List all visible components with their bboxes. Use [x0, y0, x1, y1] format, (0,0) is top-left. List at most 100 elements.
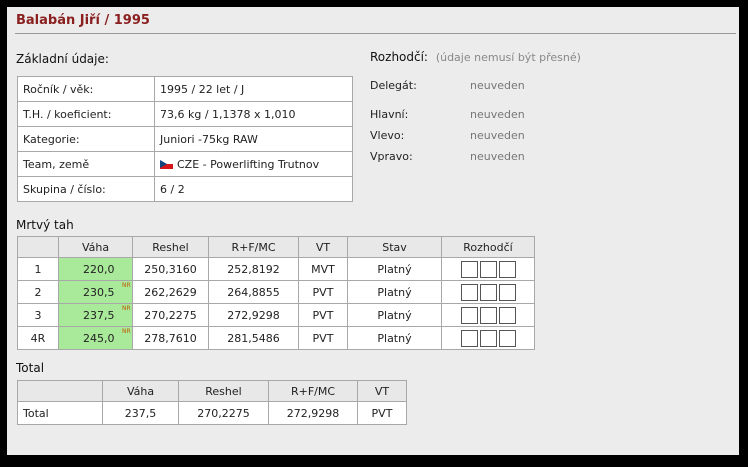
status-value: Platný: [347, 280, 442, 304]
basic-info-heading: Základní údaje:: [16, 52, 109, 66]
col-header: R+F/MC: [208, 236, 299, 258]
vt-value: PVT: [298, 280, 348, 304]
record-badge: NR: [122, 328, 131, 335]
total-reshel: 270,2275: [178, 401, 269, 425]
table-header-row: Váha Reshel R+F/MC VT: [17, 380, 407, 402]
info-row: Skupina / číslo: 6 / 2: [17, 176, 353, 202]
attempt-weight: 237,5 NR: [58, 303, 133, 327]
info-label: Kategorie:: [17, 126, 155, 152]
info-label: T.H. / koeficient:: [17, 101, 155, 127]
athlete-title: Balabán Jiří / 1995: [16, 13, 150, 28]
table-row: Total 237,5 270,2275 272,9298 PVT: [17, 401, 407, 425]
rfmc-value: 272,9298: [208, 303, 299, 327]
referee-decisions: [441, 257, 535, 281]
col-header: Váha: [58, 236, 133, 258]
record-badge: NR: [122, 282, 131, 289]
rfmc-value: 264,8855: [208, 280, 299, 304]
attempt-weight: 230,5 NR: [58, 280, 133, 304]
referee-light: [460, 306, 478, 324]
vt-value: MVT: [298, 257, 348, 281]
reshel-value: 262,2629: [132, 280, 209, 304]
referee-value: neuveden: [470, 129, 525, 142]
col-header: Váha: [102, 380, 179, 402]
total-weight: 237,5: [102, 401, 179, 425]
info-row: Ročník / věk: 1995 / 22 let / J: [17, 76, 353, 102]
col-header: Stav: [347, 236, 442, 258]
referee-light: [479, 306, 497, 324]
table-row: 3 237,5 NR 270,2275 272,9298 PVT Platný: [17, 303, 535, 327]
info-row: Team, země CZE - Powerlifting Trutnov: [17, 151, 353, 177]
referee-decisions: [441, 326, 535, 350]
info-value-team: CZE - Powerlifting Trutnov: [154, 151, 353, 177]
attempt-number: 1: [17, 257, 59, 281]
referee-value: neuveden: [470, 79, 525, 92]
col-header: VT: [357, 380, 407, 402]
rfmc-value: 252,8192: [208, 257, 299, 281]
info-row: Kategorie: Juniori -75kg RAW: [17, 126, 353, 152]
attempt-number: 3: [17, 303, 59, 327]
weight-value: 230,5: [83, 285, 115, 299]
vt-value: PVT: [298, 326, 348, 350]
referee-light: [498, 329, 516, 347]
referee-value: neuveden: [470, 108, 525, 121]
col-header: [17, 380, 103, 402]
referee-light: [460, 260, 478, 278]
referee-decisions: [441, 280, 535, 304]
referee-label: Vlevo:: [370, 129, 405, 142]
referee-light: [498, 306, 516, 324]
title-divider: [15, 33, 736, 34]
col-header: [17, 236, 59, 258]
referees-note: (údaje nemusí být přesné): [435, 51, 581, 64]
basic-info-table: Ročník / věk: 1995 / 22 let / J T.H. / k…: [17, 76, 353, 202]
attempt-number: 4R: [17, 326, 59, 350]
weight-value: 220,0: [83, 262, 115, 276]
referee-light: [479, 260, 497, 278]
referee-value: neuveden: [470, 150, 525, 163]
referee-decisions: [441, 303, 535, 327]
deadlift-heading: Mrtvý tah: [16, 218, 74, 232]
info-value: 6 / 2: [154, 176, 353, 202]
weight-value: 237,5: [83, 308, 115, 322]
referee-light: [460, 283, 478, 301]
rfmc-value: 281,5486: [208, 326, 299, 350]
referees-heading: Rozhodčí: (údaje nemusí být přesné): [370, 50, 581, 64]
weight-value: 245,0: [83, 331, 115, 345]
referee-light: [479, 329, 497, 347]
athlete-panel: Balabán Jiří / 1995 Základní údaje: Ročn…: [7, 7, 739, 455]
referee-label: Vpravo:: [370, 150, 413, 163]
total-rfmc: 272,9298: [268, 401, 358, 425]
total-heading: Total: [16, 361, 45, 375]
referees-label: Rozhodčí:: [370, 50, 428, 64]
referee-light: [498, 260, 516, 278]
record-badge: NR: [122, 305, 131, 312]
col-header: Reshel: [132, 236, 209, 258]
total-label: Total: [17, 401, 103, 425]
col-header: R+F/MC: [268, 380, 358, 402]
referee-light: [479, 283, 497, 301]
info-value: Juniori -75kg RAW: [154, 126, 353, 152]
referee-light: [460, 329, 478, 347]
referee-label: Delegát:: [370, 79, 417, 92]
info-label: Skupina / číslo:: [17, 176, 155, 202]
status-value: Platný: [347, 303, 442, 327]
info-value: 73,6 kg / 1,1378 x 1,010: [154, 101, 353, 127]
col-header: VT: [298, 236, 348, 258]
info-label: Ročník / věk:: [17, 76, 155, 102]
table-row: 4R 245,0 NR 278,7610 281,5486 PVT Platný: [17, 326, 535, 350]
info-label: Team, země: [17, 151, 155, 177]
table-row: 2 230,5 NR 262,2629 264,8855 PVT Platný: [17, 280, 535, 304]
czech-flag-icon: [160, 159, 173, 169]
table-header-row: Váha Reshel R+F/MC VT Stav Rozhodčí: [17, 236, 535, 258]
attempt-weight: 245,0 NR: [58, 326, 133, 350]
status-value: Platný: [347, 257, 442, 281]
reshel-value: 278,7610: [132, 326, 209, 350]
vt-value: PVT: [298, 303, 348, 327]
col-header: Rozhodčí: [441, 236, 535, 258]
status-value: Platný: [347, 326, 442, 350]
referee-light: [498, 283, 516, 301]
total-table: Váha Reshel R+F/MC VT Total 237,5 270,22…: [17, 380, 407, 425]
attempt-number: 2: [17, 280, 59, 304]
col-header: Reshel: [178, 380, 269, 402]
table-row: 1 220,0 250,3160 252,8192 MVT Platný: [17, 257, 535, 281]
referee-label: Hlavní:: [370, 108, 409, 121]
